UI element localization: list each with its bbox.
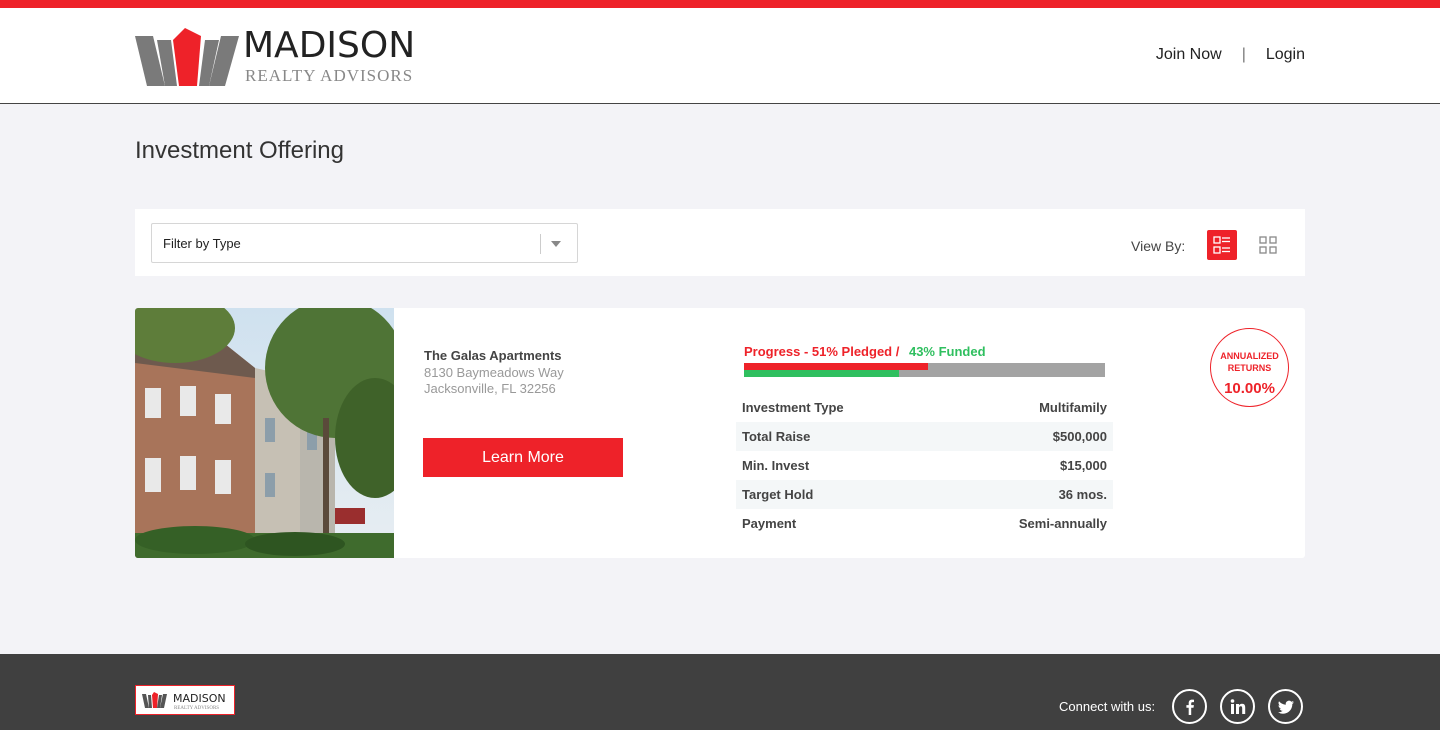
page-title: Investment Offering bbox=[135, 137, 344, 164]
logo-subtitle: REALTY ADVISORS bbox=[245, 66, 414, 85]
term-row: Min. Invest $15,000 bbox=[736, 451, 1113, 480]
logo-name: MADISON bbox=[243, 25, 416, 66]
list-view-button[interactable] bbox=[1207, 230, 1237, 260]
grid-view-icon bbox=[1259, 236, 1277, 254]
logo-mark-icon bbox=[135, 28, 239, 86]
property-city: Jacksonville, FL 32256 bbox=[424, 381, 556, 396]
filter-bar: Filter by Type View By: bbox=[135, 209, 1305, 276]
term-label: Target Hold bbox=[742, 487, 814, 502]
property-address: 8130 Baymeadows Way bbox=[424, 365, 564, 380]
linkedin-link[interactable] bbox=[1220, 689, 1255, 724]
connect-label: Connect with us: bbox=[1059, 699, 1156, 714]
top-accent-bar bbox=[0, 0, 1440, 8]
funded-label: 43% Funded bbox=[908, 344, 986, 359]
twitter-link[interactable] bbox=[1268, 689, 1303, 724]
view-by-label: View By: bbox=[1131, 238, 1186, 254]
footer-logo-image: MADISON REALTY ADVISORS bbox=[142, 692, 226, 711]
offering-card: The Galas Apartments 8130 Baymeadows Way… bbox=[135, 308, 1305, 558]
list-view-icon bbox=[1213, 236, 1230, 254]
badge-line2: RETURNS bbox=[1227, 363, 1272, 373]
progress-bar bbox=[744, 363, 1105, 377]
term-label: Min. Invest bbox=[742, 458, 810, 473]
filter-by-type-select[interactable]: Filter by Type bbox=[151, 223, 578, 263]
pledged-label: Progress - 51% Pledged / bbox=[744, 344, 900, 359]
learn-more-button[interactable]: Learn More bbox=[423, 438, 623, 477]
term-value: Multifamily bbox=[1039, 400, 1107, 415]
facebook-link[interactable] bbox=[1172, 689, 1207, 724]
term-value: Semi-annually bbox=[1018, 516, 1107, 531]
filter-select-value: Filter by Type bbox=[163, 236, 241, 251]
badge-value: 10.00% bbox=[1224, 380, 1275, 397]
facebook-icon bbox=[1185, 699, 1194, 715]
progress-pledged-fill bbox=[744, 363, 929, 370]
term-row: Total Raise $500,000 bbox=[736, 422, 1113, 451]
term-label: Total Raise bbox=[742, 429, 811, 444]
join-now-link[interactable]: Join Now bbox=[1156, 46, 1222, 64]
term-value: $500,000 bbox=[1052, 429, 1107, 444]
svg-text:REALTY ADVISORS: REALTY ADVISORS bbox=[174, 706, 219, 711]
chevron-down-icon bbox=[551, 241, 561, 247]
term-value: 36 mos. bbox=[1058, 487, 1107, 502]
annualized-returns-badge: ANNUALIZED RETURNS 10.00% bbox=[1210, 328, 1289, 407]
progress-label: Progress - 51% Pledged / 43% Funded bbox=[744, 344, 986, 359]
login-link[interactable]: Login bbox=[1266, 46, 1305, 64]
progress-funded-fill bbox=[744, 370, 900, 377]
grid-view-button[interactable] bbox=[1253, 230, 1283, 260]
term-label: Investment Type bbox=[742, 400, 844, 415]
linkedin-icon bbox=[1230, 698, 1245, 714]
site-footer: MADISON REALTY ADVISORS Connect with us: bbox=[0, 654, 1440, 730]
svg-text:MADISON: MADISON bbox=[173, 692, 226, 705]
term-row: Target Hold 36 mos. bbox=[736, 480, 1113, 509]
footer-logo[interactable]: MADISON REALTY ADVISORS bbox=[135, 685, 235, 715]
term-label: Payment bbox=[742, 516, 797, 531]
property-photo[interactable] bbox=[135, 308, 415, 558]
terms-table: Investment Type Multifamily Total Raise … bbox=[736, 393, 1113, 538]
nav-separator: | bbox=[1241, 46, 1246, 63]
site-header: MADISON REALTY ADVISORS Join Now | Login bbox=[0, 8, 1440, 104]
twitter-icon bbox=[1277, 700, 1294, 714]
term-row: Investment Type Multifamily bbox=[736, 393, 1113, 422]
badge-line1: ANNUALIZED bbox=[1220, 351, 1279, 361]
select-divider bbox=[540, 234, 541, 254]
term-row: Payment Semi-annually bbox=[736, 509, 1113, 538]
madison-logo[interactable]: MADISON REALTY ADVISORS bbox=[135, 26, 425, 90]
term-value: $15,000 bbox=[1060, 458, 1107, 473]
property-photo-image bbox=[135, 308, 415, 558]
property-name: The Galas Apartments bbox=[424, 348, 562, 363]
header-nav: Join Now | Login bbox=[1156, 46, 1305, 64]
